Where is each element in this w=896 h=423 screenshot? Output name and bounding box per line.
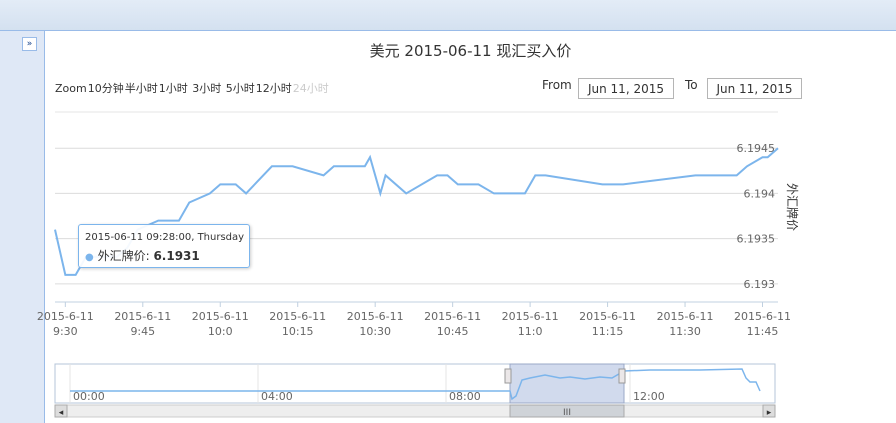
- series-dot-icon: ●: [85, 252, 94, 263]
- y-tick-label: 6.194: [744, 187, 776, 200]
- x-tick-label-date: 2015-6-11: [192, 310, 249, 323]
- navigator-handle: [618, 368, 626, 384]
- x-tick-label-date: 2015-6-11: [114, 310, 171, 323]
- x-tick-label-date: 2015-6-11: [347, 310, 404, 323]
- x-tick-label-date: 2015-6-11: [37, 310, 94, 323]
- x-tick-label-time: 10:15: [282, 325, 314, 338]
- scrollbar-grip-icon: III: [563, 408, 571, 418]
- x-tick-label-date: 2015-6-11: [269, 310, 326, 323]
- navigator-label: 08:00: [449, 390, 481, 403]
- tooltip-value: 6.1931: [153, 249, 200, 263]
- x-tick-label-date: 2015-6-11: [734, 310, 791, 323]
- navigator-label: 04:00: [261, 390, 293, 403]
- navigator-selection: [509, 363, 625, 404]
- tooltip-series: 外汇牌价: [97, 249, 146, 263]
- navigator-handle: [504, 368, 512, 384]
- x-tick-label-date: 2015-6-11: [657, 310, 714, 323]
- chart-svg: 6.193 6.1935 6.194 6.1945 外汇牌价 2015-6-11 9:30 2…: [37, 111, 799, 418]
- scrollbar-track: [54, 404, 776, 418]
- x-tick-label-time: 10:0: [208, 325, 233, 338]
- x-tick-label-date: 2015-6-11: [424, 310, 481, 323]
- scroll-right-arrow-icon: ▸: [767, 408, 772, 418]
- x-tick-label-time: 10:45: [437, 325, 469, 338]
- y-tick-label: 6.193: [744, 278, 776, 291]
- y-tick-label: 6.1935: [737, 233, 776, 246]
- x-tick-label-time: 9:30: [53, 325, 78, 338]
- x-tick-label-time: 11:30: [669, 325, 701, 338]
- scroll-left-arrow-icon: ◂: [59, 408, 64, 418]
- x-tick-label-date: 2015-6-11: [579, 310, 636, 323]
- tooltip-date: 2015-06-11 09:28:00, Thursday: [85, 232, 245, 243]
- x-tick-label-date: 2015-6-11: [502, 310, 559, 323]
- x-tick-label-time: 10:30: [359, 325, 391, 338]
- navigator-label: 00:00: [73, 390, 105, 403]
- y-tick-label: 6.1945: [737, 142, 776, 155]
- tooltip: 2015-06-11 09:28:00, Thursday ● 外汇牌价: 6.…: [78, 224, 250, 268]
- x-tick-label-time: 11:45: [747, 325, 779, 338]
- navigator-label: 12:00: [633, 390, 665, 403]
- x-tick-label-time: 11:0: [518, 325, 543, 338]
- y-axis-title: 外汇牌价: [785, 183, 799, 231]
- x-tick-label-time: 11:15: [592, 325, 624, 338]
- x-tick-label-time: 9:45: [130, 325, 155, 338]
